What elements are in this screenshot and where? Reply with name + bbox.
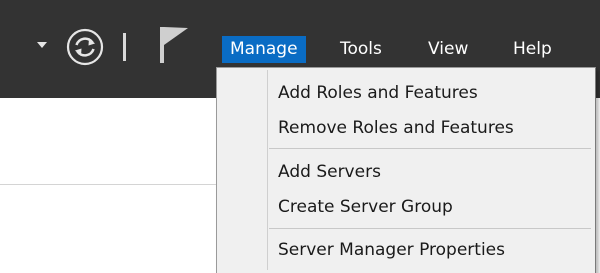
menu-item-server-manager-properties[interactable]: Server Manager Properties bbox=[278, 235, 505, 265]
menu-item-create-server-group[interactable]: Create Server Group bbox=[278, 192, 453, 222]
menu-view[interactable]: View bbox=[428, 36, 468, 62]
toolbar-separator bbox=[123, 33, 126, 61]
menu-tools[interactable]: Tools bbox=[340, 36, 382, 62]
flag-icon[interactable] bbox=[158, 24, 192, 66]
refresh-icon[interactable] bbox=[65, 27, 105, 67]
menu-separator bbox=[269, 148, 591, 149]
menu-help[interactable]: Help bbox=[513, 36, 552, 62]
chevron-down-icon[interactable] bbox=[37, 42, 47, 48]
menu-item-remove-roles[interactable]: Remove Roles and Features bbox=[278, 113, 514, 143]
manage-dropdown-menu: Add Roles and Features Remove Roles and … bbox=[216, 67, 596, 273]
menu-item-add-servers[interactable]: Add Servers bbox=[278, 157, 381, 187]
menu-separator bbox=[269, 228, 591, 229]
menu-manage[interactable]: Manage bbox=[222, 36, 306, 63]
divider bbox=[0, 184, 218, 185]
menu-item-add-roles[interactable]: Add Roles and Features bbox=[278, 78, 478, 108]
server-manager-window: Manage Tools View Help Add Roles and Fea… bbox=[0, 0, 600, 273]
menu-gutter bbox=[267, 70, 268, 270]
